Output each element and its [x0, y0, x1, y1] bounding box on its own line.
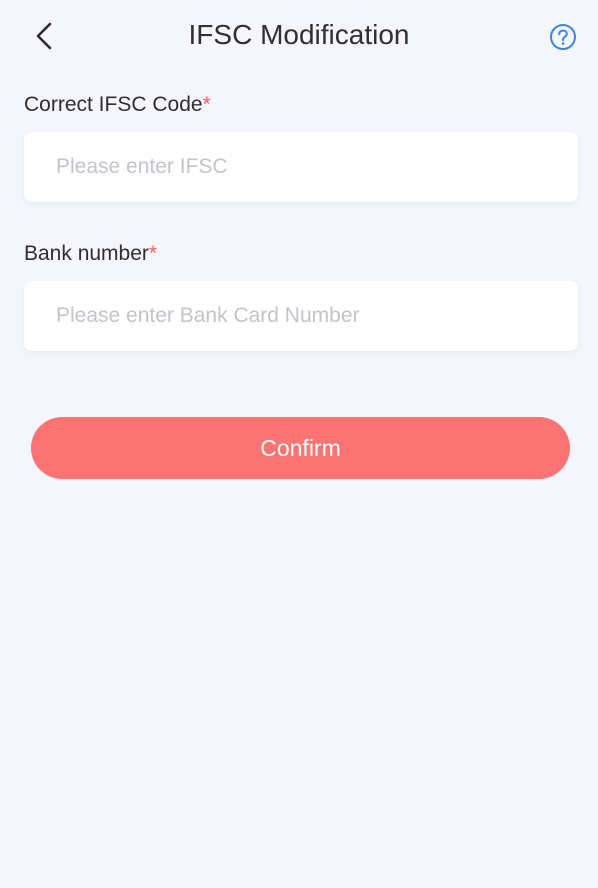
bank-number-field-label: Bank number*: [24, 241, 157, 267]
question-circle-icon: [550, 24, 576, 50]
header-bar: IFSC Modification: [0, 0, 598, 72]
required-mark: *: [202, 93, 211, 116]
bank-number-input-container: [24, 281, 578, 351]
page-title: IFSC Modification: [188, 19, 410, 50]
ifsc-label-text: Correct IFSC Code: [24, 93, 203, 116]
help-button[interactable]: [549, 23, 577, 51]
required-mark: *: [148, 242, 158, 265]
ifsc-input[interactable]: [24, 132, 578, 202]
bank-number-input[interactable]: [24, 281, 578, 351]
ifsc-field-label: Correct IFSC Code*: [24, 92, 211, 118]
confirm-button[interactable]: Confirm: [31, 417, 570, 479]
ifsc-input-container: [24, 132, 578, 202]
bank-number-label-text: Bank number: [24, 242, 149, 265]
